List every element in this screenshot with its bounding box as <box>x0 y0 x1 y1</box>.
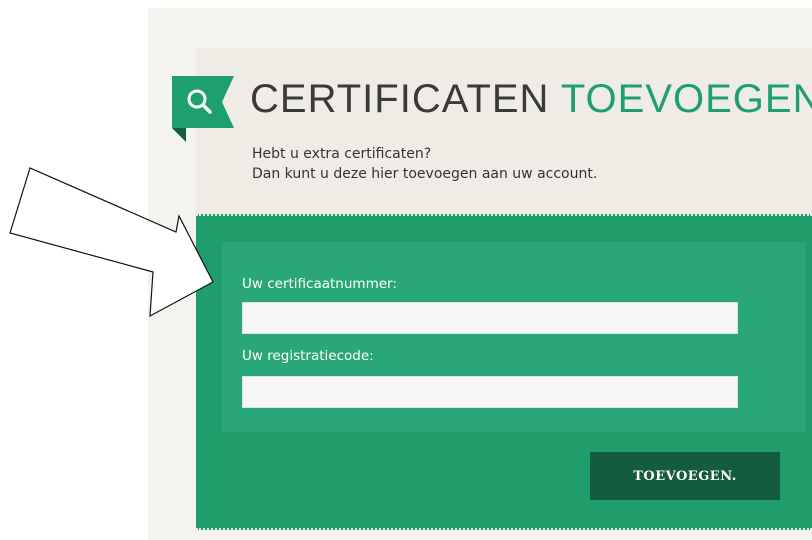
registration-code-input[interactable] <box>242 376 738 408</box>
search-icon <box>172 76 234 142</box>
certificate-number-label: Uw certificaatnummer: <box>242 276 397 292</box>
title-accent: TOEVOEGEN. <box>560 77 812 121</box>
registration-code-label: Uw registratiecode: <box>242 348 374 364</box>
subtitle-line-1: Hebt u extra certificaten? <box>252 146 432 162</box>
title-tab <box>172 76 234 142</box>
add-certificate-form: Uw certificaatnummer: Uw registratiecode… <box>196 214 812 530</box>
subtitle-line-2: Dan kunt u deze hier toevoegen aan uw ac… <box>252 166 598 182</box>
certificate-number-input[interactable] <box>242 302 738 334</box>
page-subtitle: Hebt u extra certificaten? Dan kunt u de… <box>252 144 597 184</box>
page-title: CERTIFICATEN TOEVOEGEN. <box>250 76 812 122</box>
title-main: CERTIFICATEN <box>250 77 550 121</box>
header-panel <box>196 48 812 214</box>
form-fields-box: Uw certificaatnummer: Uw registratiecode… <box>222 242 806 432</box>
add-button[interactable]: TOEVOEGEN. <box>590 452 780 500</box>
